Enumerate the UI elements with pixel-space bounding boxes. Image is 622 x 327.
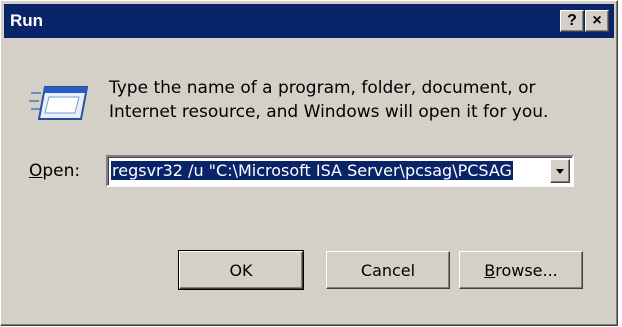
help-button[interactable]: ? (560, 10, 584, 32)
dropdown-arrow-button[interactable] (550, 159, 570, 183)
browse-mnemonic: B (484, 261, 496, 280)
browse-label-rest: rowse... (495, 261, 558, 280)
open-label-rest: pen: (42, 161, 81, 181)
browse-button[interactable]: Browse... (459, 251, 583, 289)
cancel-button[interactable]: Cancel (326, 251, 450, 289)
window-title: Run (10, 11, 44, 30)
open-input[interactable]: regsvr32 /u "C:\Microsoft ISA Server\pcs… (111, 160, 551, 182)
title-bar[interactable]: Run ? × (4, 4, 614, 38)
instructions-text: Type the name of a program, folder, docu… (109, 78, 549, 122)
open-label-mnemonic: O (29, 161, 43, 181)
ok-button[interactable]: OK (178, 250, 304, 290)
close-button[interactable]: × (585, 10, 609, 32)
run-window-icon (29, 86, 89, 120)
open-combobox[interactable]: regsvr32 /u "C:\Microsoft ISA Server\pcs… (106, 155, 574, 187)
open-input-value: regsvr32 /u "C:\Microsoft ISA Server\pcs… (111, 161, 513, 180)
run-dialog: Run ? × Type the name of a program, fold… (0, 0, 618, 326)
open-label: Open: (29, 161, 80, 181)
